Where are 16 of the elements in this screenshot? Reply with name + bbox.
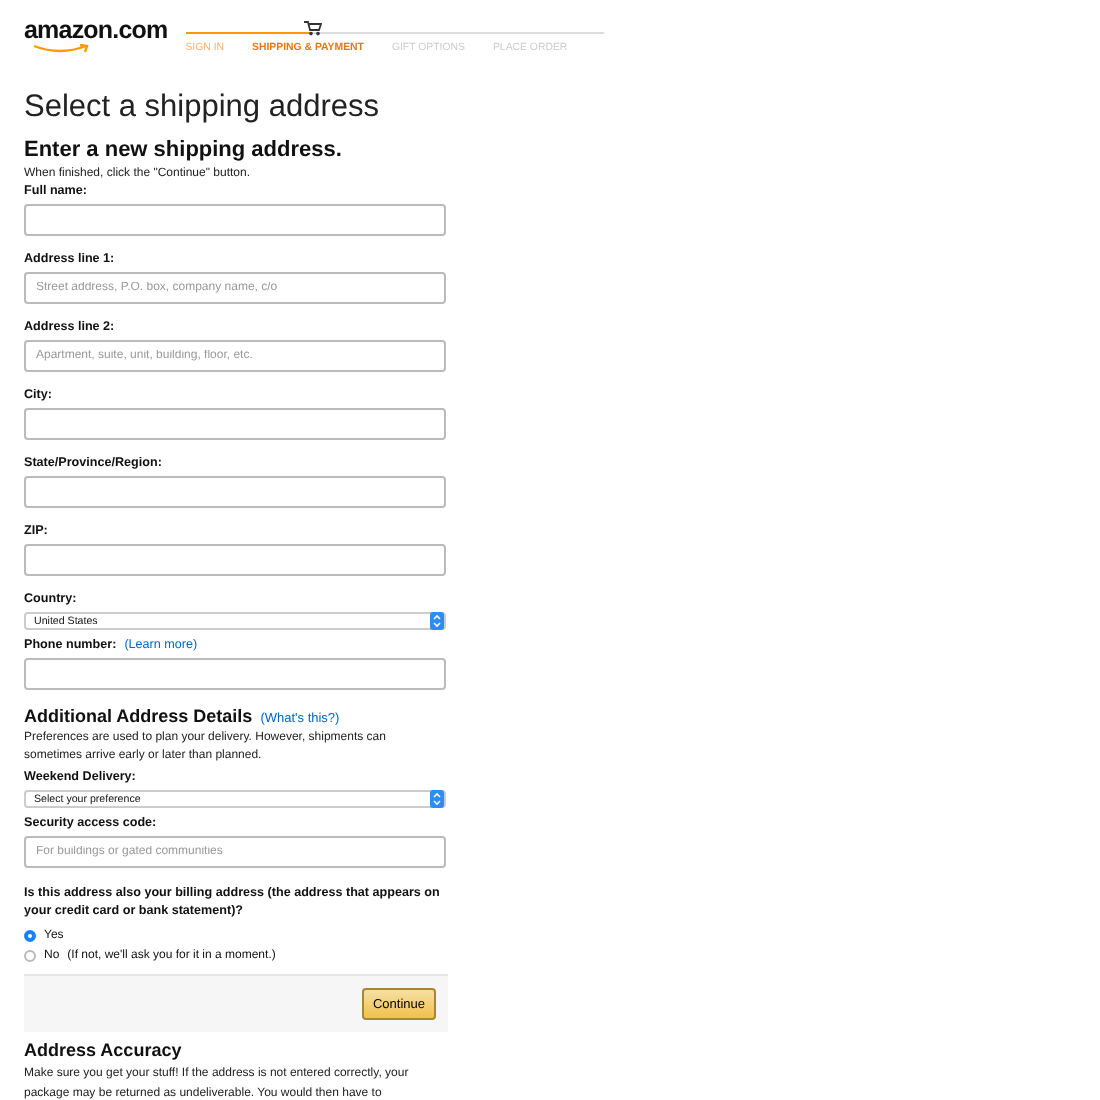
logo[interactable]: amazon.com	[24, 16, 168, 44]
text-field[interactable]	[24, 204, 446, 236]
dropdown-arrows-icon	[430, 612, 444, 630]
radio-button[interactable]	[24, 930, 36, 942]
section-heading: Additional Address Details	[24, 706, 253, 726]
text-field[interactable]	[24, 658, 446, 690]
page-title: Select a shipping address	[24, 90, 382, 126]
section-heading: Enter a new shipping address.	[24, 138, 344, 162]
text-field[interactable]	[24, 408, 446, 440]
cart-icon	[303, 20, 322, 36]
radio-button[interactable]	[24, 950, 36, 962]
smile-arrow-icon	[32, 44, 92, 54]
text-field[interactable]	[24, 476, 446, 508]
text-field[interactable]	[24, 544, 446, 576]
section-heading: Address Accuracy	[24, 1040, 184, 1060]
dropdown-arrows-icon	[430, 790, 444, 808]
